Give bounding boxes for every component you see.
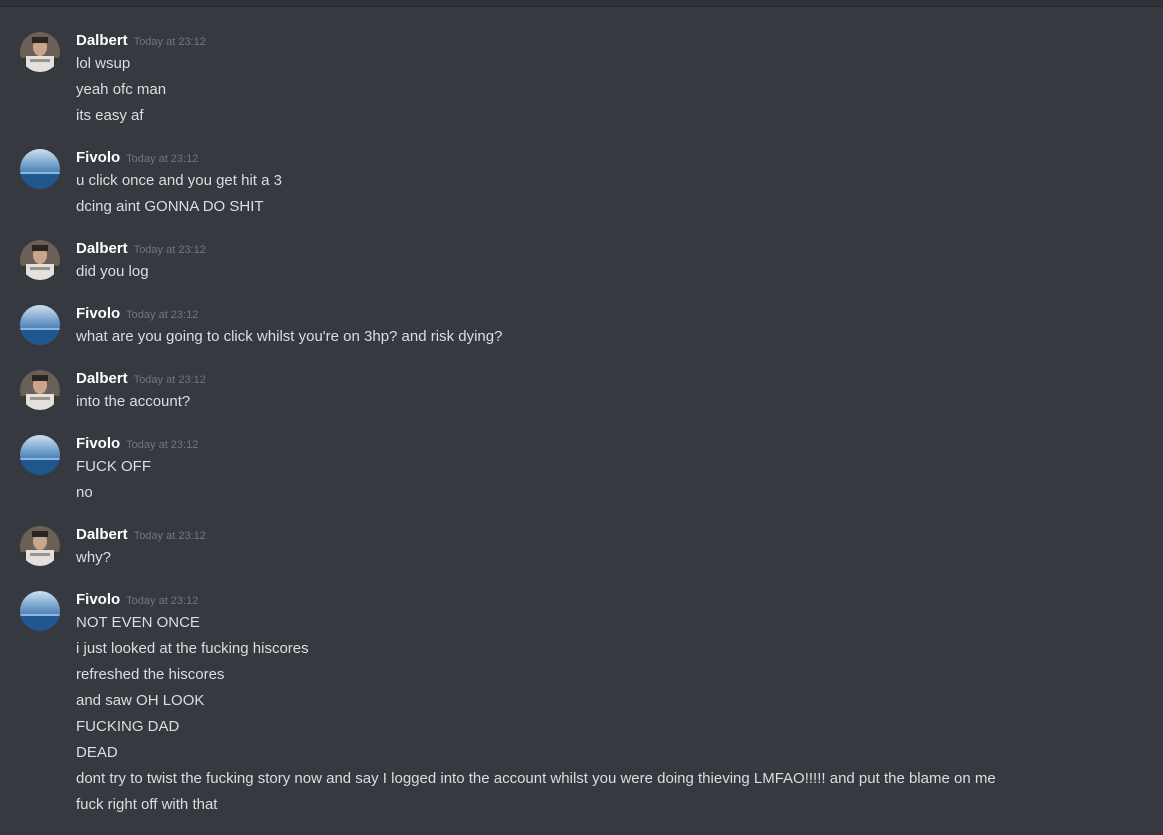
avatar-fivolo-icon[interactable] xyxy=(20,305,60,345)
message-line: FUCK OFF xyxy=(76,458,151,475)
message-line: and saw OH LOOK xyxy=(76,692,205,709)
timestamp[interactable]: Today at 23:12 xyxy=(126,153,198,165)
message-line: what are you going to click whilst you'r… xyxy=(76,328,503,345)
message-lines: into the account? xyxy=(76,391,190,417)
timestamp[interactable]: Today at 23:12 xyxy=(126,595,198,607)
message-line: i just looked at the fucking hiscores xyxy=(76,640,309,657)
message-line: FUCKING DAD xyxy=(76,718,180,735)
message-line: NOT EVEN ONCE xyxy=(76,614,200,631)
message-header: Dalbert Today at 23:12 xyxy=(76,32,206,52)
message-line: yeah ofc man xyxy=(76,81,167,98)
message-lines: NOT EVEN ONCE i just looked at the fucki… xyxy=(76,612,996,820)
message-line: into the account? xyxy=(76,393,191,410)
message-line: why? xyxy=(76,549,112,566)
avatar-dalbert-icon[interactable] xyxy=(20,526,60,566)
message-line: did you log xyxy=(76,263,149,280)
message-line: lol wsup xyxy=(76,55,131,72)
username[interactable]: Fivolo xyxy=(76,149,120,166)
message-lines: u click once and you get hit a 3 dcing a… xyxy=(76,170,282,222)
username[interactable]: Dalbert xyxy=(76,526,128,543)
message-line: DEAD xyxy=(76,744,118,761)
avatar-fivolo-icon[interactable] xyxy=(20,149,60,189)
timestamp[interactable]: Today at 23:12 xyxy=(126,309,198,321)
message-header: Dalbert Today at 23:12 xyxy=(76,526,206,546)
message-line: refreshed the hiscores xyxy=(76,666,225,683)
message-line: u click once and you get hit a 3 xyxy=(76,172,282,189)
message-line: dont try to twist the fucking story now … xyxy=(76,770,996,787)
avatar-dalbert-icon[interactable] xyxy=(20,370,60,410)
username[interactable]: Dalbert xyxy=(76,370,128,387)
timestamp[interactable]: Today at 23:12 xyxy=(134,244,206,256)
message-lines: what are you going to click whilst you'r… xyxy=(76,326,502,352)
message-header: Fivolo Today at 23:12 xyxy=(76,149,198,169)
message-header: Fivolo Today at 23:12 xyxy=(76,435,198,455)
username[interactable]: Dalbert xyxy=(76,32,128,49)
avatar-fivolo-icon[interactable] xyxy=(20,591,60,631)
username[interactable]: Fivolo xyxy=(76,435,120,452)
username[interactable]: Fivolo xyxy=(76,591,120,608)
message-lines: lol wsup yeah ofc man its easy af xyxy=(76,53,166,131)
timestamp[interactable]: Today at 23:12 xyxy=(126,439,198,451)
message-lines: why? xyxy=(76,547,111,573)
message-line: fuck right off with that xyxy=(76,796,218,813)
avatar-fivolo-icon[interactable] xyxy=(20,435,60,475)
username[interactable]: Dalbert xyxy=(76,240,128,257)
avatar-dalbert-icon[interactable] xyxy=(20,240,60,280)
message-list: Dalbert Today at 23:12 lol wsup yeah ofc … xyxy=(0,0,1163,835)
message-lines: FUCK OFF no xyxy=(76,456,151,508)
message-line: its easy af xyxy=(76,107,144,124)
message-header: Dalbert Today at 23:12 xyxy=(76,240,206,260)
timestamp[interactable]: Today at 23:12 xyxy=(134,530,206,542)
message-line: dcing aint GONNA DO SHIT xyxy=(76,198,264,215)
timestamp[interactable]: Today at 23:12 xyxy=(134,36,206,48)
message-lines: did you log xyxy=(76,261,149,287)
message-header: Dalbert Today at 23:12 xyxy=(76,370,206,390)
message-line: no xyxy=(76,484,93,501)
timestamp[interactable]: Today at 23:12 xyxy=(134,374,206,386)
avatar-dalbert-icon[interactable] xyxy=(20,32,60,72)
message-header: Fivolo Today at 23:12 xyxy=(76,591,198,611)
username[interactable]: Fivolo xyxy=(76,305,120,322)
message-header: Fivolo Today at 23:12 xyxy=(76,305,198,325)
